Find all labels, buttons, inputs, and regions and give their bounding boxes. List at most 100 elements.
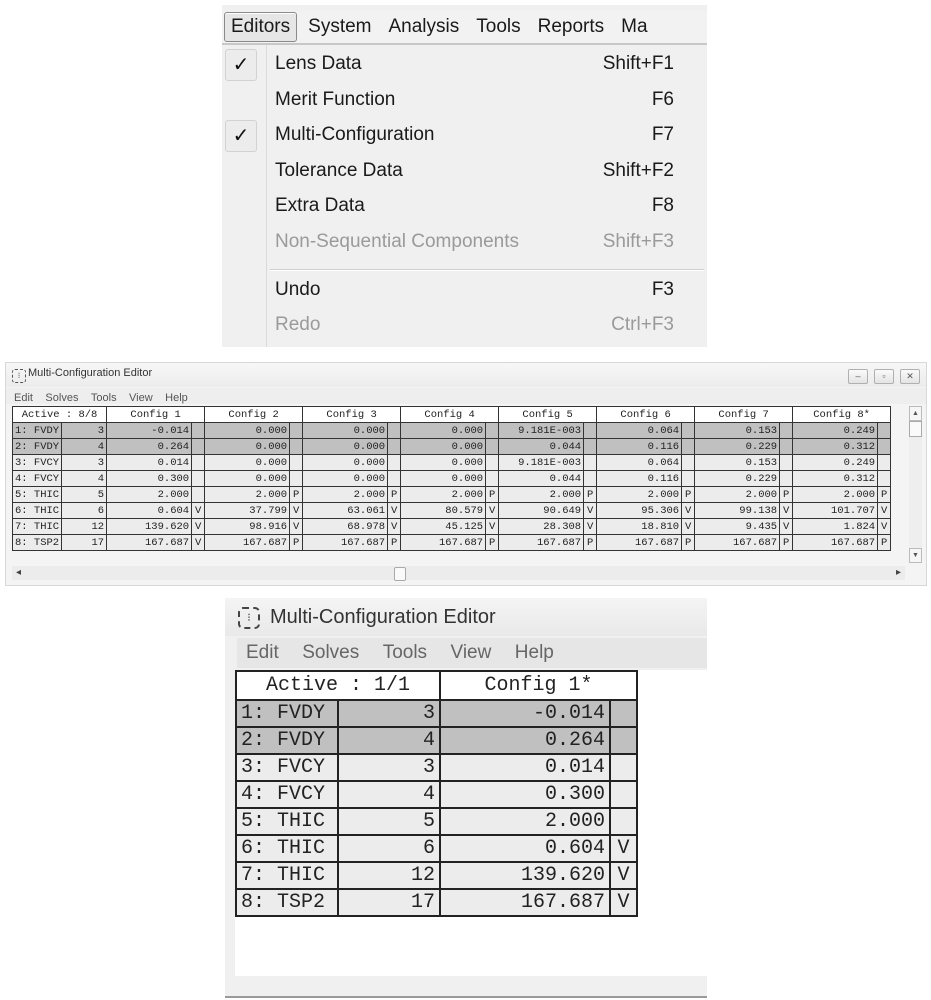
param-cell[interactable]: 3 <box>61 422 108 439</box>
operand-cell[interactable]: 6: THIC <box>235 834 339 863</box>
operand-cell[interactable]: 6: THIC <box>11 502 63 519</box>
value-cell[interactable]: -0.014 <box>439 699 611 728</box>
table-row[interactable]: 7: THIC 12 139.620 V 98.916 V 68.978 V 45.125 V 28… <box>11 518 892 535</box>
value-cell[interactable]: 167.687 <box>694 534 781 551</box>
solve-flag-cell[interactable]: V <box>877 518 892 535</box>
config-header-4[interactable]: Config 4 <box>400 406 500 423</box>
value-cell[interactable]: 0.604 <box>439 834 611 863</box>
value-cell[interactable]: 0.312 <box>792 438 879 455</box>
value-cell[interactable]: 167.687 <box>106 534 193 551</box>
param-cell[interactable]: 3 <box>61 454 108 471</box>
operand-cell[interactable]: 8: TSP2 <box>11 534 63 551</box>
menu-view[interactable]: View <box>451 642 492 663</box>
menu-analysis[interactable]: Analysis <box>383 13 466 41</box>
menu-item-multi-configuration[interactable]: ✓ Multi-Configuration F7 <box>222 118 707 152</box>
solve-flag-cell[interactable]: P <box>877 534 892 551</box>
value-cell[interactable]: 28.308 <box>498 518 585 535</box>
value-cell[interactable]: 0.000 <box>400 470 487 487</box>
solve-flag-cell[interactable]: V <box>583 518 598 535</box>
value-cell[interactable]: 167.687 <box>439 888 611 917</box>
table-row[interactable]: 4: FVCY 4 0.300 <box>235 780 638 809</box>
solve-flag-cell[interactable] <box>609 699 638 728</box>
solve-flag-cell[interactable] <box>289 438 304 455</box>
solve-flag-cell[interactable]: P <box>583 534 598 551</box>
menu-item-merit-function[interactable]: Merit Function F6 <box>222 83 707 117</box>
solve-flag-cell[interactable]: P <box>583 486 598 503</box>
solve-flag-cell[interactable] <box>609 726 638 755</box>
solve-flag-cell[interactable] <box>681 470 696 487</box>
scroll-up-icon[interactable]: ▲ <box>909 406 922 421</box>
value-cell[interactable]: 90.649 <box>498 502 585 519</box>
solve-flag-cell[interactable]: P <box>681 486 696 503</box>
solve-flag-cell[interactable] <box>485 422 500 439</box>
table-row[interactable]: 1: FVDY 3 -0.014 <box>235 699 638 728</box>
solve-flag-cell[interactable] <box>191 438 206 455</box>
value-cell[interactable]: 2.000 <box>204 486 291 503</box>
value-cell[interactable]: 0.312 <box>792 470 879 487</box>
solve-flag-cell[interactable] <box>877 470 892 487</box>
menu-editors[interactable]: Editors <box>224 12 298 42</box>
value-cell[interactable]: 0.153 <box>694 422 781 439</box>
param-cell[interactable]: 6 <box>337 834 441 863</box>
solve-flag-cell[interactable]: V <box>609 888 638 917</box>
value-cell[interactable]: 0.153 <box>694 454 781 471</box>
solve-flag-cell[interactable]: V <box>191 502 206 519</box>
solve-flag-cell[interactable] <box>191 486 206 503</box>
solve-flag-cell[interactable]: V <box>485 518 500 535</box>
solve-flag-cell[interactable] <box>877 438 892 455</box>
param-cell[interactable]: 6 <box>61 502 108 519</box>
value-cell[interactable]: 98.916 <box>204 518 291 535</box>
value-cell[interactable]: 0.000 <box>302 470 389 487</box>
param-cell[interactable]: 12 <box>61 518 108 535</box>
solve-flag-cell[interactable] <box>289 454 304 471</box>
config-header-6[interactable]: Config 6 <box>596 406 696 423</box>
value-cell[interactable]: 0.000 <box>302 438 389 455</box>
param-cell[interactable]: 5 <box>337 807 441 836</box>
menu-tools[interactable]: Tools <box>470 13 526 41</box>
menu-edit[interactable]: Edit <box>14 392 33 404</box>
value-cell[interactable]: 167.687 <box>204 534 291 551</box>
value-cell[interactable]: 0.116 <box>596 470 683 487</box>
solve-flag-cell[interactable] <box>387 438 402 455</box>
menu-help[interactable]: Help <box>515 642 554 663</box>
solve-flag-cell[interactable] <box>583 454 598 471</box>
solve-flag-cell[interactable]: V <box>779 518 794 535</box>
table-row[interactable]: 6: THIC 6 0.604 V <box>235 834 638 863</box>
solve-flag-cell[interactable] <box>779 454 794 471</box>
active-config-header[interactable]: Active : 8/8 <box>11 406 108 423</box>
solve-flag-cell[interactable] <box>191 454 206 471</box>
param-cell[interactable]: 3 <box>337 753 441 782</box>
scroll-left-icon[interactable]: ◂ <box>16 566 21 580</box>
value-cell[interactable]: 99.138 <box>694 502 781 519</box>
solve-flag-cell[interactable] <box>779 470 794 487</box>
solve-flag-cell[interactable] <box>289 422 304 439</box>
solve-flag-cell[interactable] <box>583 438 598 455</box>
solve-flag-cell[interactable]: V <box>191 518 206 535</box>
solve-flag-cell[interactable] <box>191 422 206 439</box>
solve-flag-cell[interactable]: P <box>289 486 304 503</box>
solve-flag-cell[interactable] <box>681 422 696 439</box>
value-cell[interactable]: 0.229 <box>694 438 781 455</box>
solve-flag-cell[interactable]: V <box>387 518 402 535</box>
value-cell[interactable]: 167.687 <box>400 534 487 551</box>
value-cell[interactable]: 0.044 <box>498 470 585 487</box>
value-cell[interactable]: 0.014 <box>106 454 193 471</box>
operand-cell[interactable]: 4: FVCY <box>235 780 339 809</box>
solve-flag-cell[interactable] <box>877 422 892 439</box>
value-cell[interactable]: 45.125 <box>400 518 487 535</box>
close-button[interactable]: ✕ <box>900 369 920 384</box>
solve-flag-cell[interactable]: V <box>191 534 206 551</box>
operand-cell[interactable]: 4: FVCY <box>11 470 63 487</box>
menu-tools[interactable]: Tools <box>383 642 427 663</box>
value-cell[interactable]: 0.264 <box>439 726 611 755</box>
table-row[interactable]: 4: FVCY 4 0.300 0.000 0.000 0.000 0.044 0.116 0.… <box>11 470 892 487</box>
value-cell[interactable]: 80.579 <box>400 502 487 519</box>
solve-flag-cell[interactable] <box>583 470 598 487</box>
operand-cell[interactable]: 3: FVCY <box>235 753 339 782</box>
table-row[interactable]: 7: THIC 12 139.620 V <box>235 861 638 890</box>
value-cell[interactable]: 0.249 <box>792 454 879 471</box>
value-cell[interactable]: 63.061 <box>302 502 389 519</box>
table-row[interactable]: 5: THIC 5 2.000 2.000 P 2.000 P 2.000 P 2.000 P 2.0… <box>11 486 892 503</box>
config-header-7[interactable]: Config 7 <box>694 406 794 423</box>
menu-system[interactable]: System <box>302 13 377 41</box>
